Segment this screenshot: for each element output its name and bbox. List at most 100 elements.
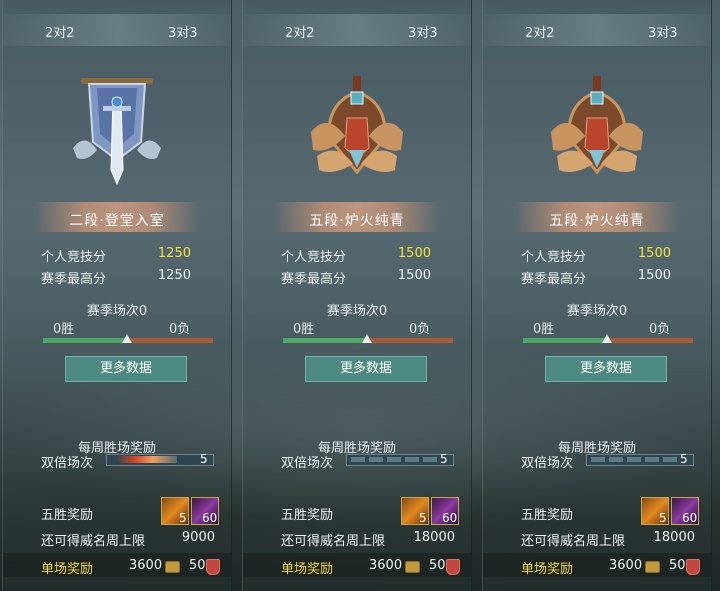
rank-name: 五段·炉火纯青 [549,213,645,229]
win-segment [283,338,367,343]
loss-segment [127,338,213,343]
ratio-marker [602,334,612,343]
five-win-label: 五胜奖励 [41,508,94,523]
season-best-value: 1250 [157,268,191,283]
rank-name: 五段·炉火纯青 [309,213,405,229]
tab-2v2[interactable]: 2对2 [285,22,315,41]
loss-segment [607,338,693,343]
tab-3v3[interactable]: 3对3 [168,22,198,41]
win-loss-bar [283,334,453,343]
item1-count: 5 [419,511,427,525]
season-matches: 赛季场次0 [86,304,148,319]
ratio-marker [122,334,132,343]
double-count-value: 5 [440,452,448,466]
arena-panel-3: 2对2 3对3 五段·炉火纯青 个人竞技分 1500 赛季最高分 1500 赛季… [482,0,712,591]
rank-name: 二段·登堂入室 [69,213,165,229]
season-best-label: 赛季最高分 [521,272,587,287]
coin-icon [405,561,420,573]
losses-count: 0负 [409,322,431,337]
progress-segment [663,457,677,462]
golden-wings-sword-icon [311,76,403,175]
win-loss-bar [523,334,693,343]
coin-icon [165,561,180,573]
item1-count: 5 [659,511,667,525]
progress-segment [423,457,437,462]
personal-score-label: 个人竞技分 [281,250,347,265]
season-best-label: 赛季最高分 [281,272,347,287]
shield-icon [446,559,460,575]
progress-segment [591,457,605,462]
arena-panel-2: 2对2 3对3 五段·炉火纯青 个人竞技分 1500 赛季最高分 1500 赛季… [242,0,472,591]
tab-3v3[interactable]: 3对3 [648,22,678,41]
progress-segment [351,457,365,462]
five-win-label: 五胜奖励 [521,508,574,523]
double-count-label: 双倍场次 [281,456,334,471]
progress-segment [387,457,401,462]
wins-count: 0胜 [293,322,315,337]
coin-value: 3600 [609,558,643,573]
progress-segment [609,457,623,462]
fame-cap-label: 还可得威名周上限 [281,534,386,549]
progress-segment [369,457,383,462]
double-progress-bar [586,454,694,466]
shield-value: 50 [429,558,446,573]
item2-count: 60 [202,511,218,525]
item2-count: 60 [682,511,698,525]
tab-2v2[interactable]: 2对2 [45,22,75,41]
coin-value: 3600 [129,558,163,573]
single-reward-label: 单场奖励 [281,562,334,577]
double-progress-bar [106,454,214,466]
progress-flame [117,456,177,463]
coin-icon [645,561,660,573]
personal-score-label: 个人竞技分 [521,250,587,265]
item1-count: 5 [179,511,187,525]
double-count-label: 双倍场次 [521,456,574,471]
progress-segment [645,457,659,462]
wins-count: 0胜 [53,322,75,337]
personal-score-value: 1500 [397,246,431,261]
more-data-button[interactable]: 更多数据 [65,356,187,382]
win-segment [523,338,607,343]
single-reward-label: 单场奖励 [41,562,94,577]
fame-cap-value: 18000 [653,530,695,545]
double-count-value: 5 [680,452,688,466]
fame-cap-label: 还可得威名周上限 [521,534,626,549]
tab-3v3[interactable]: 3对3 [408,22,438,41]
season-best-value: 1500 [397,268,431,283]
wins-count: 0胜 [533,322,555,337]
more-data-button[interactable]: 更多数据 [545,356,667,382]
five-win-label: 五胜奖励 [281,508,334,523]
season-best-value: 1500 [637,268,671,283]
item2-count: 60 [442,511,458,525]
progress-segment [627,457,641,462]
arena-panel-1: 2对2 3对3 二段·登堂入室 个人竞技分 1250 赛季最高分 1250 赛季… [2,0,232,591]
fame-cap-value: 18000 [413,530,455,545]
personal-score-value: 1500 [637,246,671,261]
shield-value: 50 [189,558,206,573]
season-matches: 赛季场次0 [566,304,628,319]
double-count-value: 5 [200,452,208,466]
coin-value: 3600 [369,558,403,573]
win-segment [43,338,127,343]
more-data-button[interactable]: 更多数据 [305,356,427,382]
shield-icon [206,559,220,575]
progress-segment [405,457,419,462]
silver-banner-sword-icon [73,78,161,186]
win-loss-bar [43,334,213,343]
fame-cap-label: 还可得威名周上限 [41,534,146,549]
double-count-label: 双倍场次 [41,456,94,471]
shield-icon [686,559,700,575]
losses-count: 0负 [649,322,671,337]
ratio-marker [362,334,372,343]
shield-value: 50 [669,558,686,573]
single-reward-label: 单场奖励 [521,562,574,577]
tab-2v2[interactable]: 2对2 [525,22,555,41]
golden-wings-sword-icon [551,76,643,175]
fame-cap-value: 9000 [181,530,215,545]
personal-score-label: 个人竞技分 [41,250,107,265]
season-matches: 赛季场次0 [326,304,388,319]
personal-score-value: 1250 [157,246,191,261]
season-best-label: 赛季最高分 [41,272,107,287]
double-progress-bar [346,454,454,466]
loss-segment [367,338,453,343]
